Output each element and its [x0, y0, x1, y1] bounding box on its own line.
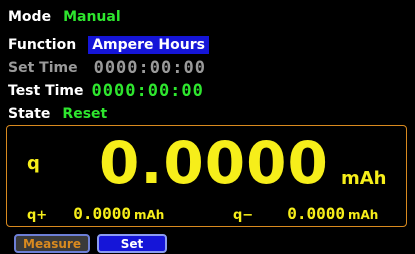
function-row: Function Ampere Hours — [8, 35, 209, 55]
state-row: State Reset — [8, 104, 107, 124]
charge-value: 0.0000 — [99, 129, 329, 197]
q-plus-value: 0.0000 — [73, 204, 131, 223]
state-value: Reset — [62, 106, 108, 122]
state-label: State — [8, 106, 51, 122]
test-time-value: 0000:00:00 — [91, 81, 204, 101]
q-minus-value: 0.0000 — [287, 204, 345, 223]
measurement-panel: q 0.0000 mAh q+ 0.0000 mAh q− 0.0000 mAh — [6, 125, 407, 227]
mode-row: Mode Manual — [8, 7, 121, 27]
q-minus-readout: q− 0.0000 mAh — [233, 204, 378, 223]
q-plus-label: q+ — [27, 208, 48, 223]
set-time-label: Set Time — [8, 60, 78, 76]
q-plus-readout: q+ 0.0000 mAh — [27, 204, 164, 223]
test-time-label: Test Time — [8, 83, 84, 99]
set-button[interactable]: Set — [97, 234, 167, 253]
charge-unit: mAh — [341, 168, 387, 189]
q-minus-label: q− — [233, 208, 254, 223]
set-time-row: Set Time 0000:00:00 — [8, 58, 206, 78]
test-time-row: Test Time 0000:00:00 — [8, 81, 204, 101]
mode-value[interactable]: Manual — [63, 9, 121, 25]
mode-label: Mode — [8, 9, 52, 25]
q-minus-unit: mAh — [348, 208, 379, 222]
function-label: Function — [8, 37, 77, 53]
function-value[interactable]: Ampere Hours — [88, 36, 209, 54]
q-plus-unit: mAh — [134, 208, 165, 222]
charge-label: q — [27, 153, 40, 174]
set-time-value[interactable]: 0000:00:00 — [94, 58, 206, 78]
measure-button[interactable]: Measure — [14, 234, 90, 253]
